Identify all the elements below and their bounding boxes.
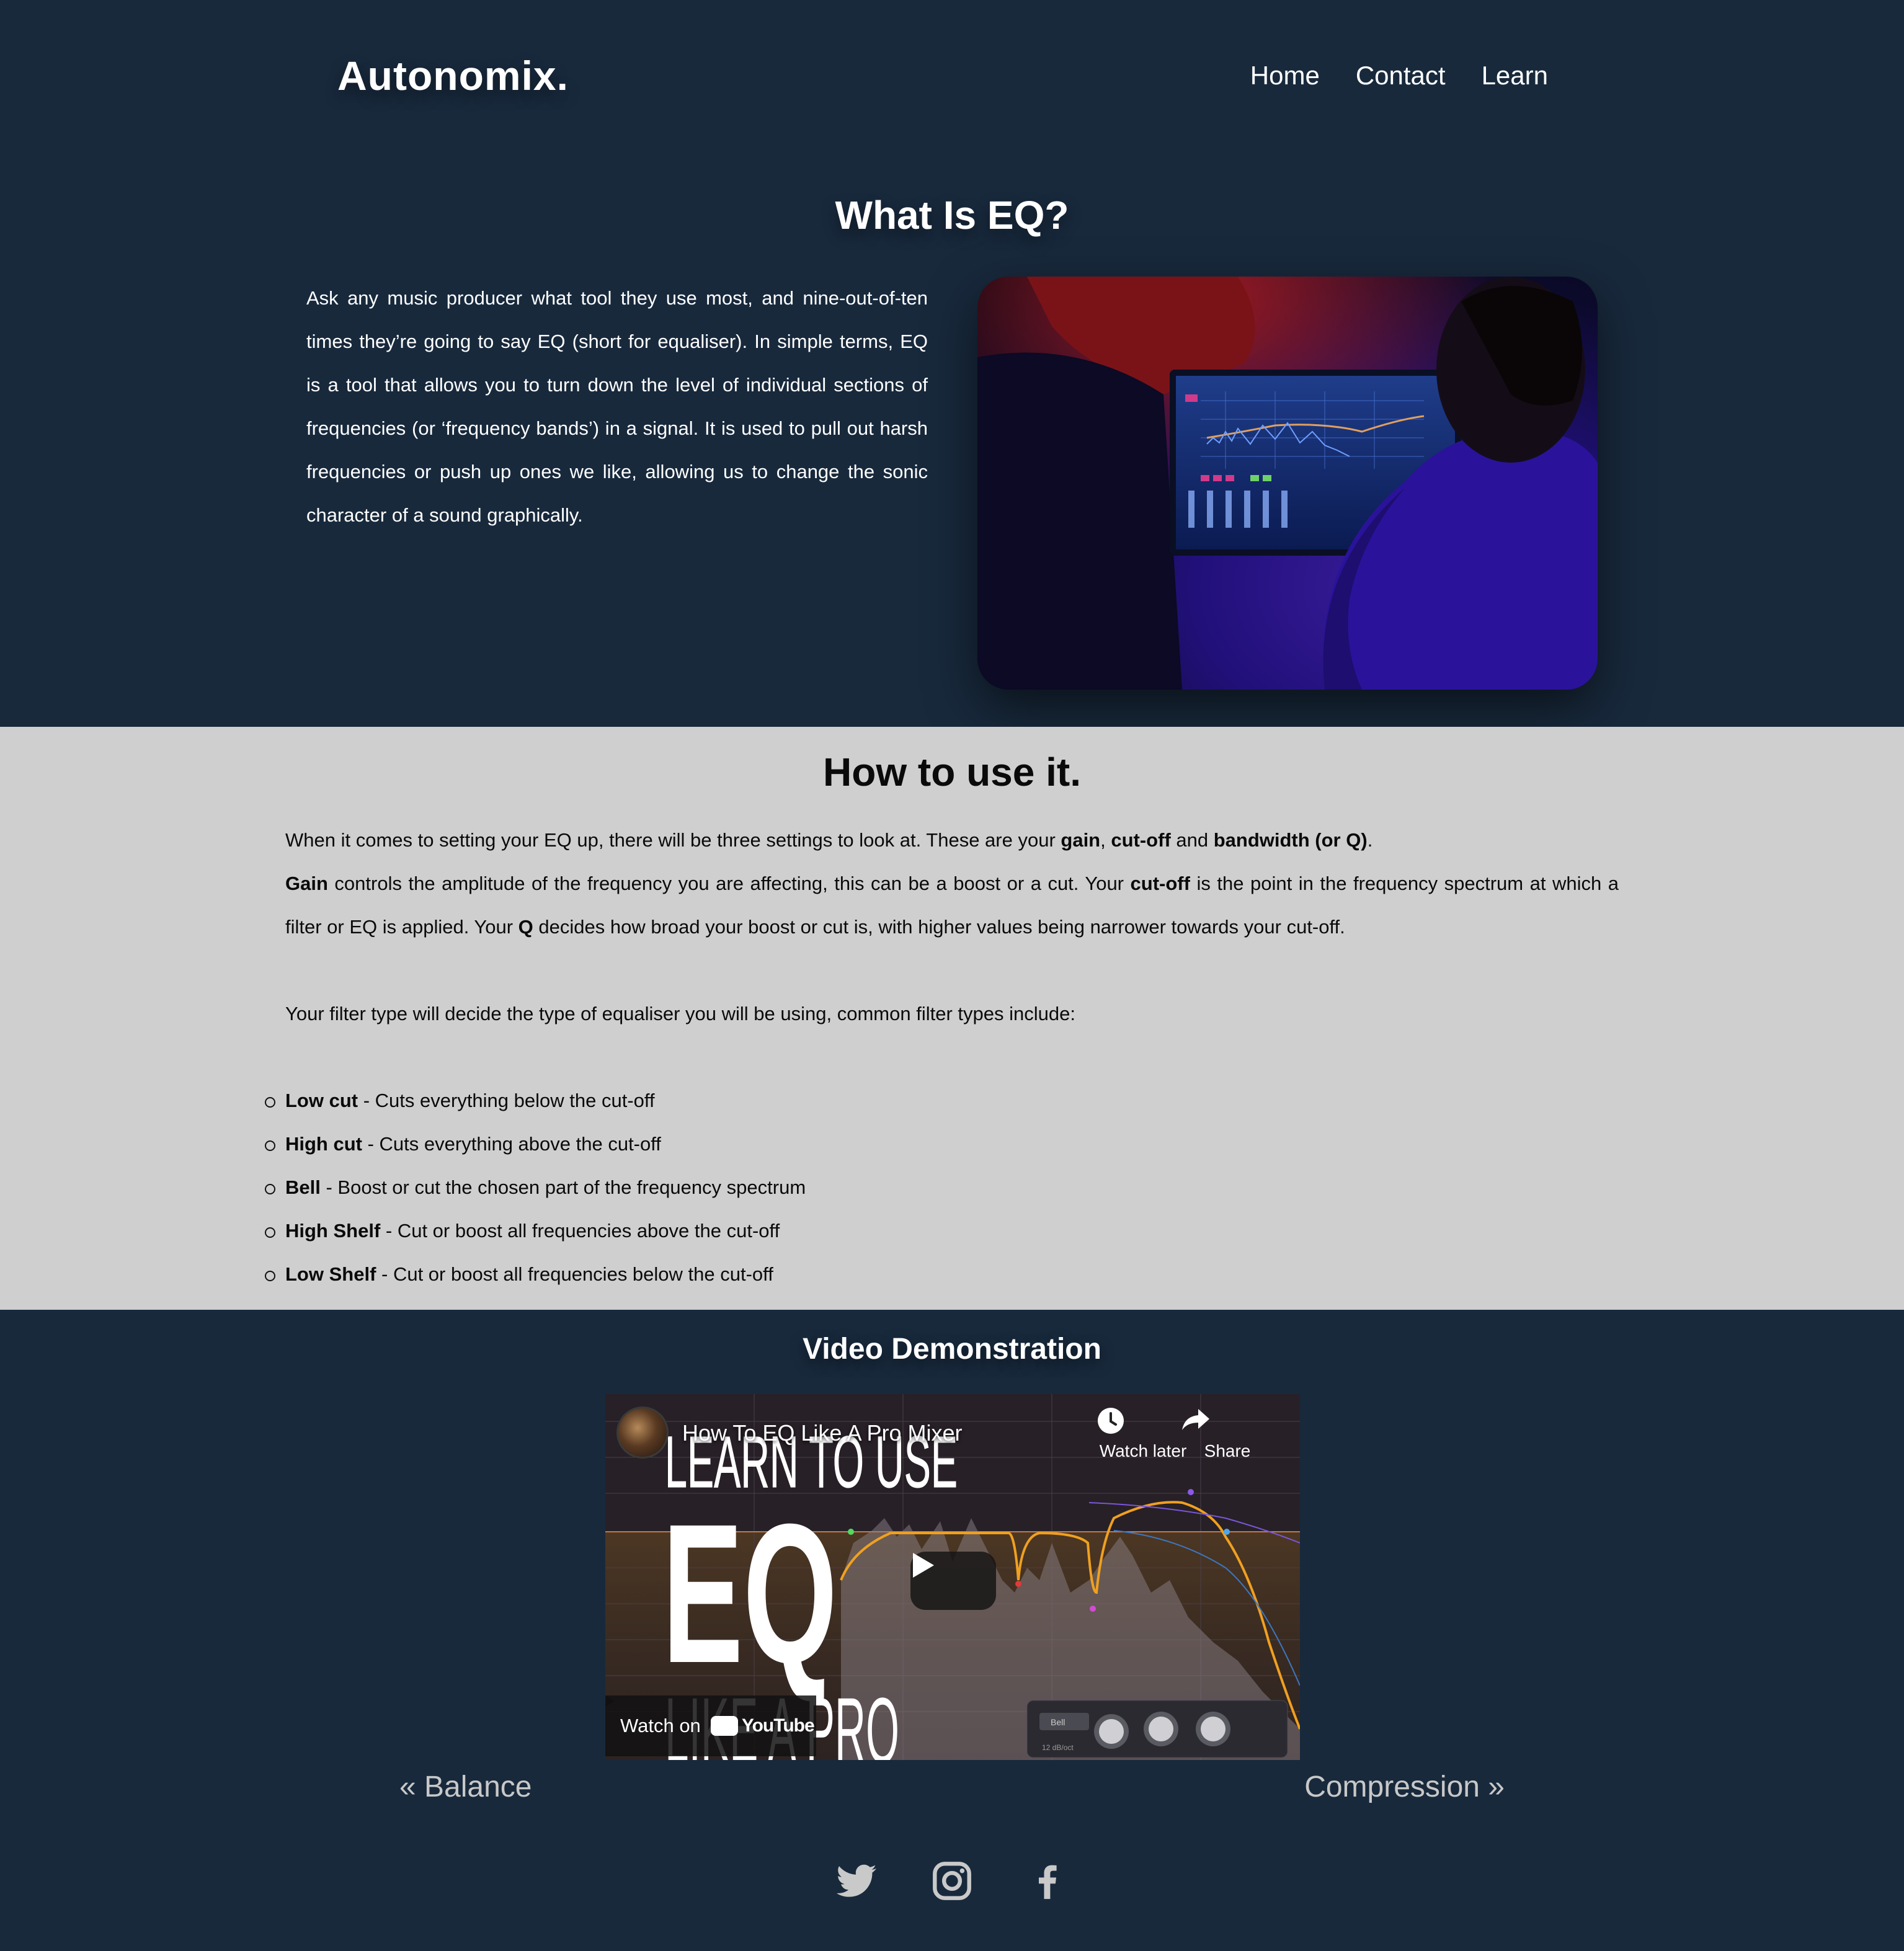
settings-paragraph: When it comes to setting your EQ up, the… (285, 819, 1619, 862)
youtube-logo: YouTube (606, 1696, 815, 1736)
filter-desc: - Cuts everything below the cut-off (358, 1090, 655, 1111)
definitions-paragraph: Gain controls the amplitude of the frequ… (285, 862, 1619, 949)
next-page-link[interactable]: Compression » (1304, 1770, 1505, 1804)
thumb-knob-label: Bell (1051, 1717, 1065, 1727)
channel-avatar[interactable] (616, 1407, 669, 1459)
term-gain: Gain (285, 873, 328, 894)
prev-page-link[interactable]: « Balance (399, 1770, 532, 1804)
watch-on-label: Watch on (620, 1715, 701, 1736)
thumb-knob-value: 12 dB/oct (1042, 1743, 1074, 1752)
term-cutoff: cut-off (1130, 873, 1190, 894)
play-icon (913, 1553, 934, 1578)
list-item: Low Shelf - Cut or boost all frequencies… (264, 1253, 806, 1296)
how-to-use-section: How to use it. When it comes to setting … (0, 727, 1904, 1310)
filter-desc: - Boost or cut the chosen part of the fr… (320, 1176, 806, 1198)
watch-on-youtube-button[interactable]: Watch on YouTube (605, 1695, 816, 1756)
thumb-line2: EQ (662, 1482, 837, 1704)
filter-name: Bell (285, 1176, 321, 1198)
youtube-play-icon (606, 1696, 738, 1736)
how-to-use-heading: How to use it. (823, 750, 1081, 794)
producer-photo (977, 277, 1598, 690)
video-heading: Video Demonstration (803, 1333, 1101, 1366)
filter-name: High Shelf (285, 1220, 381, 1242)
list-item: Bell - Boost or cut the chosen part of t… (264, 1166, 806, 1209)
settings-text: and (1170, 829, 1214, 851)
twitter-icon[interactable] (835, 1859, 878, 1903)
what-is-eq-section: What Is EQ? Ask any music producer what … (0, 155, 1904, 727)
filter-name: Low Shelf (285, 1263, 376, 1285)
definitions-text: decides how broad your boost or cut is, … (533, 916, 1345, 938)
watch-later-button[interactable]: Watch later (1097, 1407, 1190, 1461)
nav-learn[interactable]: Learn (1482, 61, 1548, 91)
nav-contact[interactable]: Contact (1356, 61, 1446, 91)
share-button[interactable]: Share (1181, 1407, 1274, 1461)
term-cutoff: cut-off (1111, 829, 1171, 851)
watch-later-label: Watch later (1099, 1441, 1187, 1460)
nav-home[interactable]: Home (1250, 61, 1320, 91)
clock-icon (1097, 1407, 1190, 1441)
filter-name: High cut (285, 1133, 362, 1155)
main-nav: Home Contact Learn (1250, 61, 1548, 91)
share-icon (1181, 1407, 1274, 1441)
site-header: Autonomix. Home Contact Learn (0, 0, 1904, 155)
site-logo[interactable]: Autonomix. (337, 52, 569, 99)
video-title[interactable]: How To EQ Like A Pro Mixer (682, 1420, 963, 1446)
filter-types-list: Low cut - Cuts everything below the cut-… (264, 1079, 806, 1296)
video-section: Video Demonstration LEARN TO USE EQ PRO … (0, 1310, 1904, 1951)
term-bandwidth: bandwidth (or Q) (1213, 829, 1368, 851)
filter-desc: - Cut or boost all frequencies above the… (380, 1220, 780, 1242)
definitions-text: controls the amplitude of the frequency … (327, 873, 1131, 894)
social-links (0, 1859, 1904, 1903)
term-q: Q (518, 916, 533, 938)
play-button[interactable] (910, 1552, 996, 1610)
filter-desc: - Cut or boost all frequencies below the… (376, 1263, 773, 1285)
facebook-icon[interactable] (1026, 1859, 1069, 1903)
list-item: High cut - Cuts everything above the cut… (264, 1122, 806, 1166)
share-label: Share (1204, 1441, 1251, 1460)
what-is-eq-heading: What Is EQ? (835, 193, 1069, 238)
settings-text: When it comes to setting your EQ up, the… (285, 829, 1061, 851)
settings-text: , (1100, 829, 1111, 851)
youtube-wordmark: YouTube (741, 1715, 815, 1736)
youtube-embed[interactable]: LEARN TO USE EQ LIKE A PRO Bell 12 dB/oc… (605, 1394, 1300, 1760)
list-item: Low cut - Cuts everything below the cut-… (264, 1079, 806, 1122)
intro-paragraph: Ask any music producer what tool they us… (306, 287, 928, 526)
filter-types-intro: Your filter type will decide the type of… (285, 1003, 1075, 1024)
instagram-icon[interactable] (930, 1859, 974, 1903)
filter-name: Low cut (285, 1090, 358, 1111)
term-gain: gain (1061, 829, 1101, 851)
filter-desc: - Cuts everything above the cut-off (362, 1133, 661, 1155)
list-item: High Shelf - Cut or boost all frequencie… (264, 1209, 806, 1253)
settings-text: . (1367, 829, 1373, 851)
